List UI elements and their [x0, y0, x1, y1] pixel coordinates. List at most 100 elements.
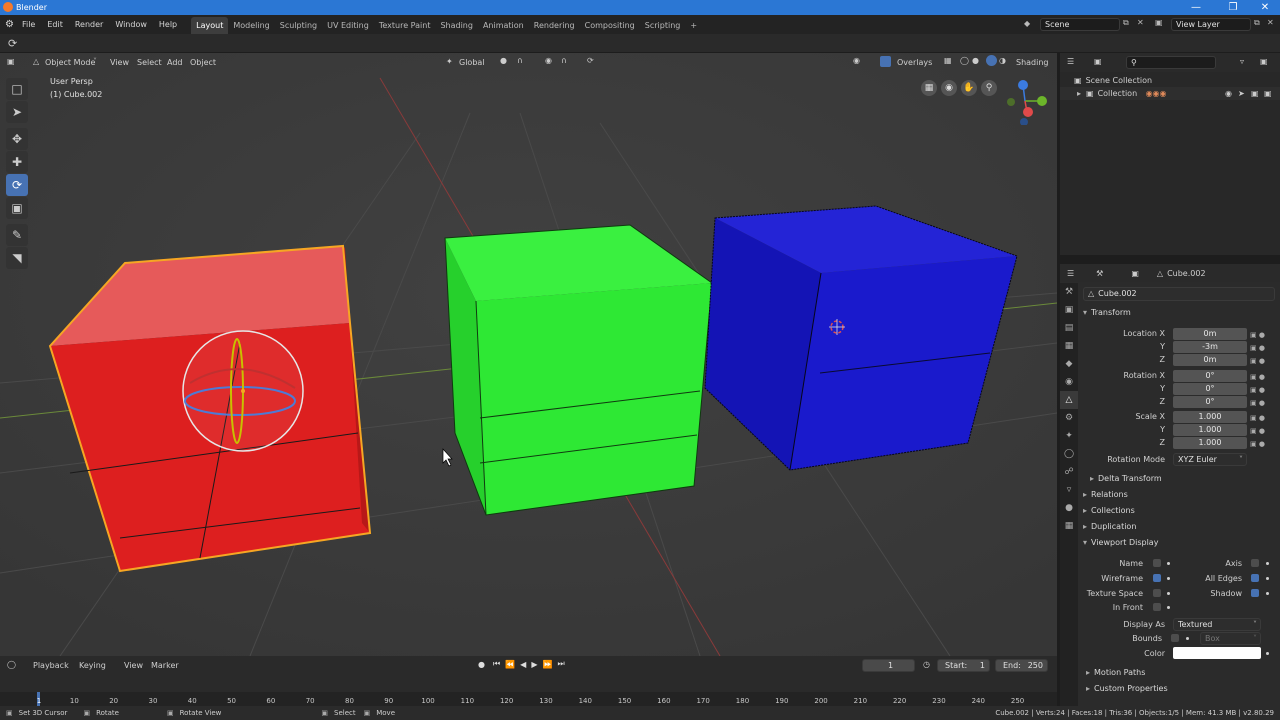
move-arrows-icon[interactable]: ✥ [6, 128, 28, 150]
menu-window[interactable]: Window [115, 20, 147, 29]
name-checkbox[interactable] [1153, 559, 1161, 567]
end-frame-field[interactable]: End: 250 [995, 659, 1048, 672]
move-icon[interactable]: ✚ [6, 151, 28, 173]
menu-select[interactable]: Select [137, 58, 162, 67]
custom-properties-panel[interactable]: ▸ Custom Properties [1086, 681, 1168, 696]
zoom-view-icon[interactable]: ⚲ [981, 80, 997, 96]
render-toggle-icon[interactable]: ▣ [1264, 89, 1272, 98]
outliner-search-input[interactable]: ⚲ [1126, 56, 1216, 69]
filter-icon[interactable]: ▿ [1240, 57, 1244, 66]
lock-icon[interactable]: ▣ ● [1250, 355, 1265, 368]
keyframe-dot[interactable] [1266, 577, 1269, 580]
orientation-dropdown[interactable]: Global [459, 58, 485, 67]
select-toggle-icon[interactable]: ➤ [1238, 89, 1245, 98]
view-layer-field[interactable]: View Layer [1171, 18, 1251, 31]
rotation-z-field[interactable]: 0° [1173, 396, 1247, 408]
rotation-x-field[interactable]: 0° [1173, 370, 1247, 382]
lock-icon[interactable]: ▣ ● [1250, 397, 1265, 410]
lock-icon[interactable]: ▣ ● [1250, 342, 1265, 355]
particles-tab-icon[interactable]: ✦ [1060, 427, 1078, 445]
rotate-gizmo[interactable] [182, 330, 304, 452]
play-reverse-icon[interactable]: ◀ [520, 660, 526, 669]
texture-tab-icon[interactable]: ▦ [1060, 517, 1078, 535]
viewport-toggle-icon[interactable]: ▣ [1251, 89, 1259, 98]
menu-playback[interactable]: Playback [33, 661, 69, 670]
mode-dropdown[interactable]: Object Mode [45, 58, 95, 67]
world-tab-icon[interactable]: ◉ [1060, 373, 1078, 391]
snap-icon[interactable]: ∩ [517, 56, 523, 65]
menu-file[interactable]: File [22, 20, 35, 29]
scale-icon[interactable]: ▣ [6, 197, 28, 219]
keyframe-dot[interactable] [1266, 562, 1269, 565]
new-collection-icon[interactable]: ▣ [1260, 57, 1268, 66]
scene-field[interactable]: Scene [1040, 18, 1120, 31]
visibility-icon[interactable]: ◉ [853, 56, 860, 65]
jump-end-icon[interactable]: ⏭ [557, 659, 564, 669]
menu-object[interactable]: Object [190, 58, 216, 67]
next-keyframe-icon[interactable]: ⏩ [542, 660, 552, 669]
tab-layout[interactable]: Layout [191, 17, 229, 34]
navigation-gizmo[interactable] [1003, 75, 1053, 125]
physics-tab-icon[interactable]: ◯ [1060, 445, 1078, 463]
in-front-checkbox[interactable] [1153, 603, 1161, 611]
object-name-field[interactable]: △ Cube.002 [1083, 287, 1275, 301]
tab-scripting[interactable]: Scripting [640, 17, 686, 34]
view-layer-tab-icon[interactable]: ▦ [1060, 337, 1078, 355]
menu-marker[interactable]: Marker [151, 661, 179, 670]
lock-icon[interactable]: ▣ ● [1250, 438, 1265, 451]
data-tab-icon[interactable]: ▿ [1060, 481, 1078, 499]
rotate-icon[interactable]: ⟳ [6, 174, 28, 196]
shadow-checkbox[interactable] [1251, 589, 1259, 597]
tab-uv-editing[interactable]: UV Editing [322, 17, 374, 34]
menu-view[interactable]: View [110, 58, 129, 67]
tab-modeling[interactable]: Modeling [228, 17, 274, 34]
delete-view-layer-icon[interactable]: ✕ [1267, 18, 1274, 27]
blender-menu-icon[interactable]: ⚙ [5, 19, 14, 30]
tool-tab-icon[interactable]: ⚒ [1060, 283, 1078, 301]
add-workspace-button[interactable]: + [685, 17, 702, 34]
lock-icon[interactable]: ▣ ● [1250, 425, 1265, 438]
new-scene-icon[interactable]: ⧉ [1123, 18, 1129, 28]
output-tab-icon[interactable]: ▤ [1060, 319, 1078, 337]
solid-shading-icon[interactable]: ● [972, 56, 979, 65]
lock-icon[interactable]: ▣ ● [1250, 329, 1265, 342]
location-z-field[interactable]: 0m [1173, 354, 1247, 366]
editor-type-icon[interactable]: ▣ [7, 57, 15, 66]
keyframe-dot[interactable] [1167, 606, 1170, 609]
prev-keyframe-icon[interactable]: ⏪ [505, 660, 515, 669]
close-button[interactable]: ✕ [1245, 0, 1280, 15]
tab-texture-paint[interactable]: Texture Paint [374, 17, 436, 34]
material-tab-icon[interactable]: ● [1060, 499, 1078, 517]
start-frame-field[interactable]: Start: 1 [937, 659, 990, 672]
modifiers-tab-icon[interactable]: ⚙ [1060, 409, 1078, 427]
menu-render[interactable]: Render [75, 20, 103, 29]
menu-help[interactable]: Help [159, 20, 177, 29]
wireframe-shading-icon[interactable]: ◯ [960, 56, 969, 65]
display-as-dropdown[interactable]: Textured ˅ [1173, 618, 1261, 631]
outliner-editor-icon[interactable]: ☰ [1067, 57, 1074, 66]
location-y-field[interactable]: -3m [1173, 341, 1247, 353]
xray-icon[interactable]: ▦ [944, 56, 952, 65]
measure-icon[interactable]: ◥ [6, 247, 28, 269]
rotation-y-field[interactable]: 0° [1173, 383, 1247, 395]
falloff-icon[interactable]: ∩ [561, 56, 567, 65]
menu-timeline-view[interactable]: View [124, 661, 143, 670]
rendered-shading-icon[interactable]: ◑ [999, 56, 1006, 65]
keyframe-dot[interactable] [1186, 637, 1189, 640]
play-icon[interactable]: ▶ [531, 660, 537, 669]
location-x-field[interactable]: 0m [1173, 328, 1247, 340]
menu-add[interactable]: Add [167, 58, 183, 67]
lock-icon[interactable]: ▣ ● [1250, 371, 1265, 384]
delete-scene-icon[interactable]: ✕ [1137, 18, 1144, 27]
timeline-editor-icon[interactable]: ◯ [7, 660, 16, 669]
current-frame-field[interactable]: 1 [862, 659, 915, 672]
all-edges-checkbox[interactable] [1251, 574, 1259, 582]
clock-icon[interactable]: ◷ [923, 660, 930, 669]
pin-icon[interactable]: ▣ [1131, 269, 1139, 278]
rotation-mode-dropdown[interactable]: XYZ Euler ˅ [1173, 453, 1247, 466]
keyframe-dot[interactable] [1266, 592, 1269, 595]
bounds-type-dropdown[interactable]: Box ˅ [1200, 632, 1261, 645]
collections-panel[interactable]: ▸ Collections [1083, 503, 1135, 518]
tab-compositing[interactable]: Compositing [580, 17, 640, 34]
tab-animation[interactable]: Animation [478, 17, 529, 34]
